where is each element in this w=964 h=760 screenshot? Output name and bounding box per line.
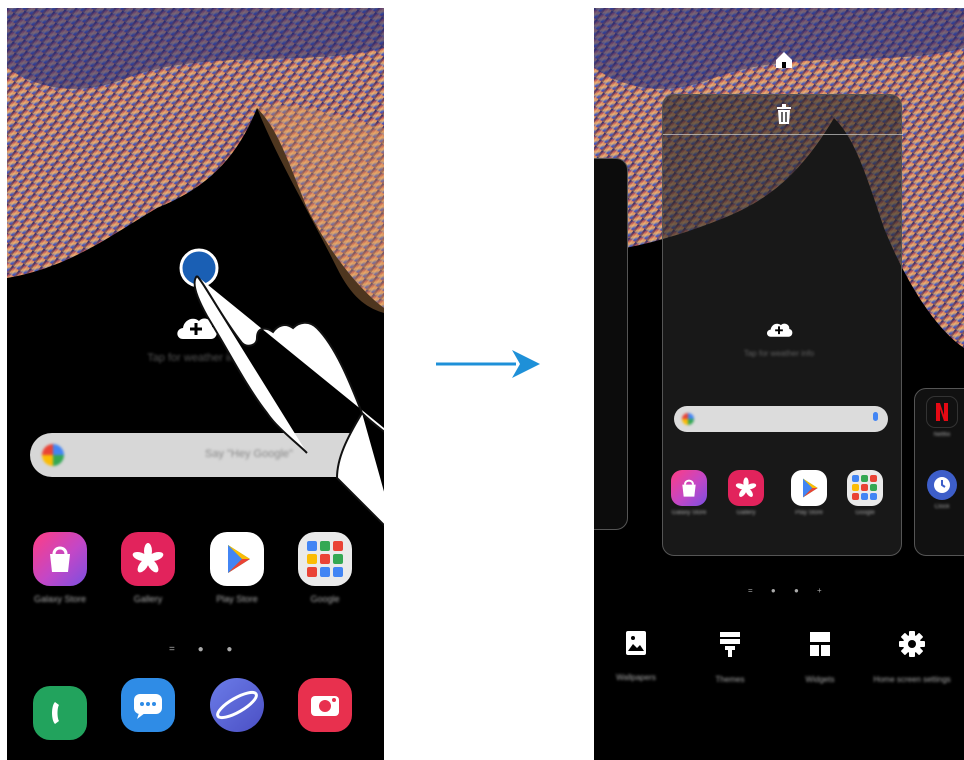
- settings-label: Widgets: [805, 675, 835, 684]
- page-indicator: = ● ● +: [748, 586, 830, 595]
- settings-label: Home screen settings: [873, 675, 951, 684]
- galaxy-store-icon: [33, 532, 87, 586]
- home-icon[interactable]: [774, 50, 794, 70]
- google-search-bar[interactable]: [674, 406, 888, 432]
- weather-hint: Tap for weather info: [743, 349, 815, 358]
- galaxy-store-icon: [671, 470, 707, 506]
- cloud-add-icon: [767, 323, 793, 337]
- app-galaxy-store[interactable]: Galaxy Store: [670, 470, 708, 516]
- google-folder-icon: [847, 470, 883, 506]
- wallpaper-icon: [626, 631, 646, 655]
- dock-camera[interactable]: [296, 678, 354, 732]
- gear-icon: [899, 631, 925, 657]
- app-gallery[interactable]: Gallery: [727, 470, 765, 516]
- wallpapers-button[interactable]: Wallpapers: [596, 630, 676, 683]
- phone-screen-before: Tap for weather info Say "Hey Google" Ga…: [7, 8, 384, 760]
- phone-screen-edit-mode: Tap for weather info Galaxy Store Galler…: [594, 8, 964, 760]
- gallery-icon: [728, 470, 764, 506]
- app-label: Gallery: [133, 594, 163, 604]
- themes-icon: [720, 632, 740, 657]
- app-clock[interactable]: Clock: [924, 470, 960, 510]
- netflix-icon: [926, 396, 958, 428]
- dock-internet[interactable]: [208, 678, 266, 732]
- google-icon: [682, 413, 694, 425]
- app-play-store[interactable]: Play Store: [790, 470, 828, 516]
- play-store-icon: [791, 470, 827, 506]
- app-label: Gallery: [736, 510, 756, 516]
- dock-messages[interactable]: [119, 678, 177, 732]
- hand-gesture-icon: [179, 248, 384, 527]
- mic-icon: [873, 412, 878, 421]
- weather-widget[interactable]: Tap for weather info: [594, 320, 964, 358]
- transition-arrow-icon: [436, 350, 540, 378]
- messages-icon: [121, 678, 175, 732]
- internet-icon: [210, 678, 264, 732]
- app-label: Google: [310, 594, 340, 604]
- app-label: Galaxy Store: [671, 510, 707, 516]
- app-galaxy-store[interactable]: Galaxy Store: [31, 532, 89, 604]
- app-netflix[interactable]: Netflix: [924, 396, 960, 438]
- app-label: Play Store: [216, 594, 258, 604]
- app-google-folder[interactable]: Google: [846, 470, 884, 516]
- settings-label: Wallpapers: [616, 673, 656, 682]
- app-label: Clock: [934, 504, 950, 510]
- google-icon: [42, 444, 64, 466]
- widgets-button[interactable]: Widgets: [780, 630, 860, 685]
- dock-phone[interactable]: [31, 678, 89, 740]
- app-label: Play Store: [795, 510, 823, 516]
- camera-icon: [298, 678, 352, 732]
- app-label: Galaxy Store: [33, 594, 87, 604]
- phone-icon: [33, 686, 87, 740]
- themes-button[interactable]: Themes: [690, 630, 770, 685]
- divider: [663, 134, 903, 135]
- app-label: Netflix: [933, 432, 951, 438]
- trash-icon[interactable]: [774, 103, 794, 125]
- page-indicator: = ● ●: [169, 644, 243, 655]
- app-label: Google: [855, 510, 875, 516]
- clock-icon: [927, 470, 957, 500]
- settings-label: Themes: [715, 675, 745, 684]
- widgets-icon: [810, 632, 830, 656]
- home-screen-settings-button[interactable]: Home screen settings: [872, 630, 952, 685]
